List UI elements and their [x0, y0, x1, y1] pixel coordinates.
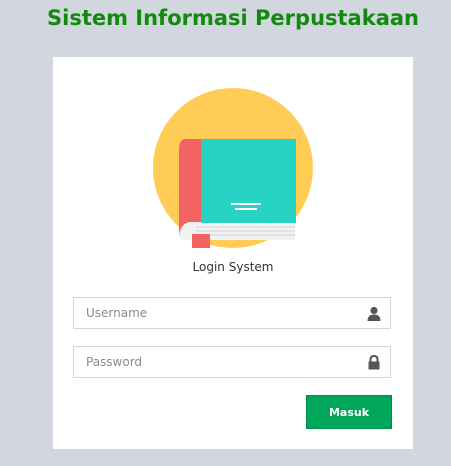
lock-icon: [368, 355, 380, 370]
submit-button[interactable]: Masuk: [306, 395, 392, 429]
app-title: Sistem Informasi Perpustakaan: [47, 6, 419, 30]
user-icon: [367, 306, 381, 321]
password-field-group: [73, 346, 391, 378]
login-message: Login System: [192, 260, 274, 274]
password-input[interactable]: [74, 347, 368, 377]
book-logo-icon: [153, 88, 313, 248]
username-field-group: [73, 297, 391, 329]
login-card: Login System Masuk: [53, 57, 413, 449]
username-input[interactable]: [74, 298, 368, 328]
